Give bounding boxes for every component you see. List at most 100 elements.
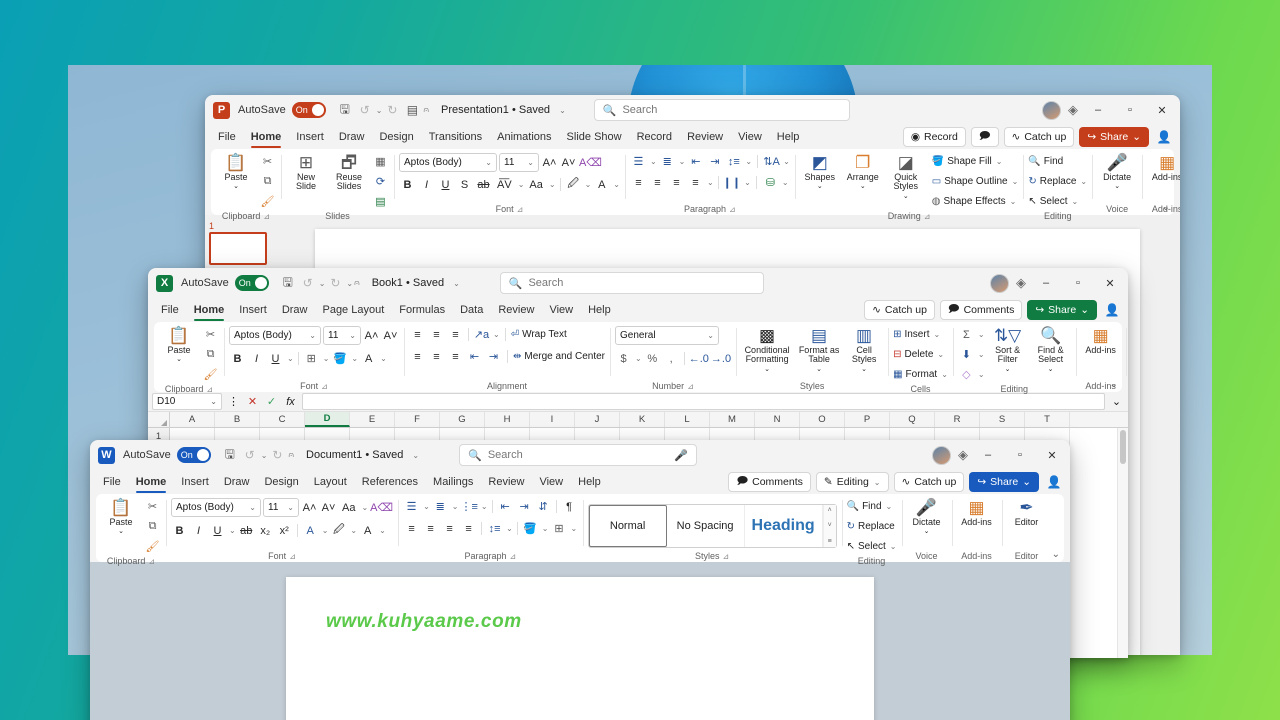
formula-bar[interactable]: D10 ⌄ ⋮ ✕ ✓ fx ⌄ (148, 392, 1128, 412)
show-formatting-marks-icon[interactable]: ¶ (561, 498, 578, 515)
maximize-button[interactable]: ▫ (1004, 441, 1036, 469)
bullets-icon[interactable]: ☰ (403, 498, 420, 515)
tab-draw[interactable]: Draw (275, 302, 315, 319)
minimize-button[interactable]: – (1030, 269, 1062, 297)
subscript-icon[interactable]: x₂ (257, 522, 274, 539)
font-dialog-launcher-icon[interactable]: ⊿ (517, 205, 524, 214)
powerpoint-titlebar[interactable]: P AutoSave On 🖫 ↺ ⌄ ↻ ▤ ⩀ Presentation1 •… (205, 95, 1180, 125)
underline-icon[interactable]: U (267, 350, 284, 367)
paste-button[interactable]: 📋 Paste ⌄ (101, 498, 141, 536)
autosum-icon[interactable]: Σ (958, 326, 975, 343)
maximize-button[interactable]: ▫ (1062, 269, 1094, 297)
column-header-P[interactable]: P (845, 412, 890, 427)
column-header-K[interactable]: K (620, 412, 665, 427)
column-header-Q[interactable]: Q (890, 412, 935, 427)
tab-view[interactable]: View (532, 474, 570, 491)
tab-design[interactable]: Design (257, 474, 305, 491)
tab-page-layout[interactable]: Page Layout (315, 302, 391, 319)
drawing-dialog-launcher-icon[interactable]: ⊿ (924, 212, 931, 221)
tab-review[interactable]: Review (491, 302, 541, 319)
powerpoint-tabstrip[interactable]: File Home Insert Draw Design Transitions… (205, 125, 1180, 149)
new-slide-button[interactable]: ⊞ New Slide (286, 153, 326, 192)
catch-up-button[interactable]: ∿ Catch up (893, 472, 965, 492)
increase-indent-icon[interactable]: ⇥ (516, 498, 533, 515)
copy-icon[interactable]: ⧉ (259, 173, 276, 190)
search-input[interactable]: 🔍 Search 🎤 (459, 444, 698, 466)
share-button[interactable]: ↪ Share ⌄ (1027, 300, 1097, 320)
arrange-button[interactable]: ❐ Arrange ⌄ (843, 153, 883, 191)
clipboard-dialog-launcher-icon[interactable]: ⊿ (148, 557, 155, 566)
column-header-F[interactable]: F (395, 412, 440, 427)
decrease-font-size-icon[interactable]: A˅ (560, 154, 577, 171)
tab-help[interactable]: Help (571, 474, 608, 491)
column-header-O[interactable]: O (800, 412, 845, 427)
paragraph-dialog-launcher-icon[interactable]: ⊿ (510, 552, 517, 561)
column-header-E[interactable]: E (350, 412, 395, 427)
tab-references[interactable]: References (355, 474, 425, 491)
text-highlight-color-icon[interactable]: 🖉 (330, 522, 347, 539)
number-dialog-launcher-icon[interactable]: ⊿ (687, 382, 694, 391)
sort-icon[interactable]: ⇵ (535, 498, 552, 515)
column-header-G[interactable]: G (440, 412, 485, 427)
name-box[interactable]: D10 ⌄ (152, 393, 222, 410)
cut-icon[interactable]: ✂ (202, 326, 219, 343)
font-size-input[interactable]: 11 ⌄ (499, 153, 539, 172)
column-header-A[interactable]: A (170, 412, 215, 427)
column-header-S[interactable]: S (980, 412, 1025, 427)
increase-font-size-icon[interactable]: A˄ (541, 154, 558, 171)
change-case-icon[interactable]: Aa (339, 499, 358, 516)
quick-access-more-icon[interactable]: ⩀ (354, 278, 360, 288)
format-as-table-button[interactable]: ▤ Format as Table ⌄ (796, 326, 842, 373)
align-right-icon[interactable]: ≡ (447, 348, 464, 365)
select-all-corner[interactable] (148, 412, 170, 427)
tab-insert[interactable]: Insert (174, 474, 216, 491)
clipboard-dialog-launcher-icon[interactable]: ⊿ (206, 385, 213, 394)
column-header-D[interactable]: D (305, 412, 350, 427)
tab-view[interactable]: View (542, 302, 580, 319)
shape-outline-button[interactable]: ▭ Shape Outline ⌄ (932, 173, 1019, 190)
excel-tabstrip[interactable]: File Home Insert Draw Page Layout Formul… (148, 298, 1128, 322)
underline-icon[interactable]: U (209, 522, 226, 539)
word-window[interactable]: W AutoSave On 🖫 ↺ ⌄ ↻ ⩀ Document1 • Saved… (90, 440, 1070, 720)
name-box-more-icon[interactable]: ⋮ (226, 395, 241, 408)
tab-file[interactable]: File (96, 474, 128, 491)
find-and-select-button[interactable]: 🔍 Find & Select ⌄ (1031, 326, 1071, 373)
line-spacing-icon[interactable]: ↕≡ (486, 520, 503, 537)
tab-record[interactable]: Record (630, 129, 679, 146)
font-color-icon[interactable]: A (593, 176, 610, 193)
borders-icon[interactable]: ⊞ (303, 350, 320, 367)
redo-icon[interactable]: ↻ (325, 273, 345, 293)
bold-icon[interactable]: B (229, 350, 246, 367)
formula-expand-icon[interactable]: ⌄ (1109, 395, 1124, 408)
formula-input[interactable] (302, 393, 1105, 410)
increase-decimal-icon[interactable]: ←.0 (689, 350, 709, 367)
align-left-icon[interactable]: ≡ (409, 348, 426, 365)
font-size-input[interactable]: 11 ⌄ (263, 498, 299, 517)
center-icon[interactable]: ≡ (649, 174, 666, 191)
replace-button[interactable]: ↻ Replace (847, 518, 897, 535)
decrease-font-size-icon[interactable]: A˅ (382, 327, 399, 344)
italic-icon[interactable]: I (248, 350, 265, 367)
styles-gallery-nav[interactable]: ˄ ˅ ≡ (822, 504, 836, 547)
font-name-input[interactable]: Aptos (Body) ⌄ (399, 153, 497, 172)
numbering-icon[interactable]: ≣ (659, 153, 676, 170)
columns-icon[interactable]: ❙❙ (723, 174, 741, 191)
justify-icon[interactable]: ≡ (687, 174, 704, 191)
tab-help[interactable]: Help (581, 302, 618, 319)
paste-button[interactable]: 📋 Paste ⌄ (216, 153, 256, 191)
redo-icon[interactable]: ↻ (382, 100, 402, 120)
tab-formulas[interactable]: Formulas (392, 302, 452, 319)
decrease-indent-icon[interactable]: ⇤ (466, 348, 483, 365)
autosave-toggle[interactable]: On (291, 102, 326, 118)
italic-icon[interactable]: I (418, 176, 435, 193)
tab-design[interactable]: Design (372, 129, 420, 146)
dictate-button[interactable]: 🎤 Dictate ⌄ (1097, 153, 1137, 191)
quick-access-more-icon[interactable]: ⩀ (288, 450, 294, 460)
select-button[interactable]: ↖ Select ⌄ (1028, 193, 1087, 210)
copy-icon[interactable]: ⧉ (202, 346, 219, 363)
tab-transitions[interactable]: Transitions (422, 129, 489, 146)
increase-indent-icon[interactable]: ⇥ (706, 153, 723, 170)
increase-indent-icon[interactable]: ⇥ (485, 348, 502, 365)
styles-gallery[interactable]: Normal No Spacing Heading ˄ ˅ ≡ (587, 503, 837, 548)
powerpoint-window-controls[interactable]: ◈ – ▫ ✕ (1035, 96, 1178, 124)
